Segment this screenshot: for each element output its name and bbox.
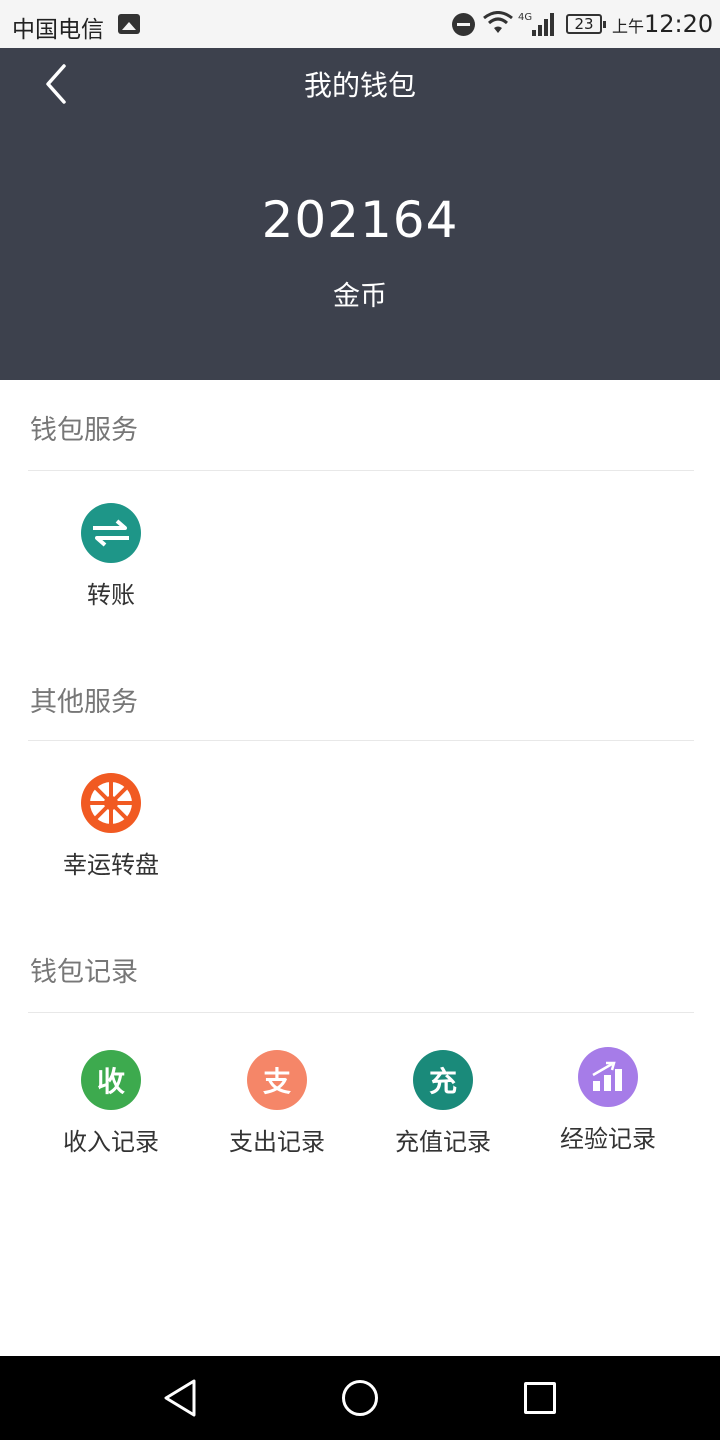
expense-records-button[interactable]: 支 支出记录 xyxy=(194,1050,360,1157)
clock: 上午12:20 xyxy=(612,10,713,38)
expense-icon: 支 xyxy=(247,1050,307,1110)
transfer-button[interactable]: 转账 xyxy=(28,503,194,610)
lucky-wheel-icon xyxy=(81,773,141,833)
section-title-other-services: 其他服务 xyxy=(30,687,138,718)
gallery-notification-icon xyxy=(118,14,140,34)
income-records-button[interactable]: 收 收入记录 xyxy=(28,1050,194,1157)
network-type: 4G xyxy=(518,12,532,23)
do-not-disturb-icon xyxy=(452,13,475,36)
signal-icon: 4G xyxy=(518,12,554,36)
expense-records-label: 支出记录 xyxy=(229,1128,325,1156)
recharge-icon: 充 xyxy=(413,1050,473,1110)
status-bar: 中国电信 4G 23 上午12:20 xyxy=(0,0,720,48)
divider xyxy=(28,1012,694,1013)
nav-recents-icon[interactable] xyxy=(524,1382,556,1414)
income-icon: 收 xyxy=(81,1050,141,1110)
nav-back-icon[interactable] xyxy=(162,1378,198,1418)
divider xyxy=(28,740,694,741)
battery-level: 23 xyxy=(574,15,594,33)
lucky-wheel-label: 幸运转盘 xyxy=(63,851,159,879)
recharge-records-label: 充值记录 xyxy=(395,1128,491,1156)
page-title: 我的钱包 xyxy=(303,69,416,102)
system-nav-bar xyxy=(0,1356,720,1440)
nav-home-icon[interactable] xyxy=(342,1380,378,1416)
chart-up-icon xyxy=(578,1047,638,1107)
divider xyxy=(28,470,694,471)
carrier-name: 中国电信 xyxy=(12,17,104,43)
lucky-wheel-button[interactable]: 幸运转盘 xyxy=(28,773,194,880)
battery-icon: 23 xyxy=(566,14,606,34)
transfer-label: 转账 xyxy=(87,581,135,609)
clock-ampm: 上午 xyxy=(612,17,645,36)
transfer-icon xyxy=(81,503,141,563)
wallet-header: 我的钱包 202164 金币 xyxy=(0,48,720,380)
coin-unit-label: 金币 xyxy=(333,281,387,312)
recharge-records-button[interactable]: 充 充值记录 xyxy=(360,1050,526,1157)
income-records-label: 收入记录 xyxy=(63,1128,159,1156)
experience-records-label: 经验记录 xyxy=(560,1125,656,1153)
coin-balance: 202164 xyxy=(261,191,459,249)
experience-records-button[interactable]: 经验记录 xyxy=(525,1047,691,1154)
wifi-icon xyxy=(483,11,513,33)
section-title-wallet-services: 钱包服务 xyxy=(30,415,138,446)
section-title-wallet-records: 钱包记录 xyxy=(30,957,138,988)
clock-time: 12:20 xyxy=(644,10,714,38)
